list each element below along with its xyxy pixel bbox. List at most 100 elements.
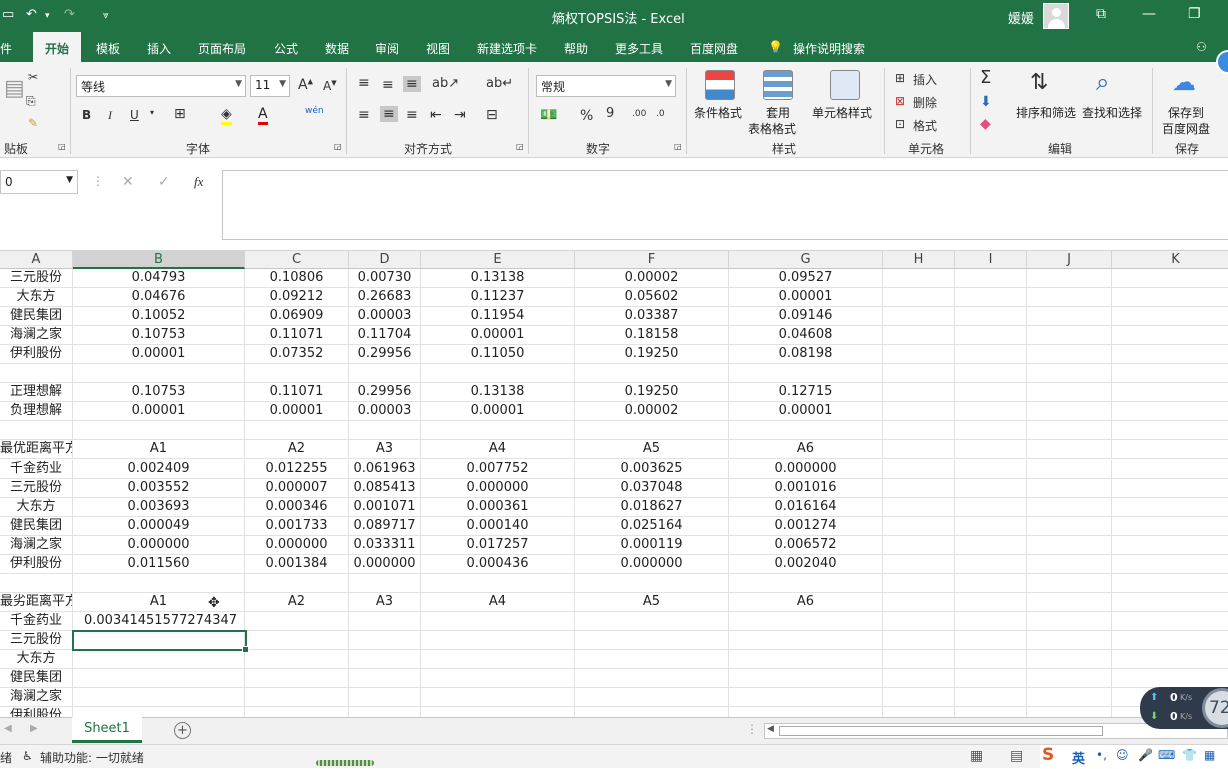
table-cell[interactable]: 0.000140 [421,516,575,536]
table-cell[interactable]: 0.012255 [245,459,349,479]
format-painter-icon[interactable]: ✎ [28,116,38,130]
table-cell[interactable]: 0.00001 [245,402,349,422]
insert-function-button[interactable]: fx [194,174,203,190]
font-name-select[interactable]: 等线 ▼ [76,75,246,97]
table-cell[interactable] [245,688,349,708]
clipboard-launcher-icon[interactable]: ◲ [58,142,66,151]
table-cell[interactable] [73,364,245,384]
enter-button[interactable]: ✓ [158,174,170,190]
table-cell[interactable]: 0.12715 [729,383,883,403]
microphone-icon[interactable]: 🎤 [1138,748,1153,762]
table-cell[interactable]: 0.05602 [575,288,729,308]
table-cell[interactable] [955,326,1027,346]
table-cell[interactable] [349,669,421,689]
table-cell[interactable] [883,421,955,441]
table-cell[interactable]: 0.00001 [421,326,575,346]
tab-data[interactable]: 数据 [325,40,349,57]
table-cell[interactable] [421,707,575,717]
accessibility-status[interactable]: 辅助功能: 一切就绪 [40,749,144,766]
table-cell[interactable] [1112,288,1228,308]
table-cell[interactable] [575,650,729,669]
table-cell[interactable] [73,650,245,669]
table-cell[interactable] [575,611,729,631]
table-cell[interactable] [729,630,883,650]
table-cell[interactable]: 0.09212 [245,288,349,308]
table-cell[interactable] [955,269,1027,288]
table-cell[interactable]: 0.11704 [349,326,421,346]
format-cells-button[interactable]: 格式 [913,117,937,134]
row-label-cell[interactable]: 最劣距离平方 [0,592,73,612]
save-to-line1[interactable]: 保存到 [1168,104,1204,121]
table-cell[interactable]: A4 [421,592,575,612]
tab-template[interactable]: 模板 [96,40,120,57]
table-cell[interactable] [349,630,421,650]
table-cell[interactable] [349,707,421,717]
table-cell[interactable]: 0.10806 [245,269,349,288]
table-cell[interactable]: 0.017257 [421,535,575,555]
table-cell[interactable] [883,669,955,689]
row-label-cell[interactable]: 大东方 [0,650,73,669]
table-cell[interactable] [349,650,421,669]
table-cell[interactable] [245,630,349,650]
table-cell[interactable] [1112,269,1228,288]
save-icon[interactable]: ▭ [2,7,14,22]
table-cell[interactable] [575,421,729,441]
table-cell[interactable] [883,269,955,288]
wrap-text-icon[interactable]: ab↵ [486,76,513,91]
cancel-button[interactable]: ✕ [122,174,134,190]
table-cell[interactable]: A5 [575,592,729,612]
keyboard-icon[interactable]: ⌨ [1158,748,1175,762]
table-cell[interactable] [955,611,1027,631]
table-cell[interactable] [955,688,1027,708]
ribbon-display-icon[interactable]: ⧉ [1096,6,1106,22]
fill-color-icon[interactable]: ◈ [221,106,232,125]
table-cell[interactable]: 0.016164 [729,497,883,517]
merge-center-icon[interactable]: ⊟ [486,107,498,123]
bold-button[interactable]: B [82,108,91,122]
table-cell[interactable] [1112,498,1228,517]
table-cell[interactable] [729,707,883,717]
table-cell[interactable]: 0.000436 [421,554,575,574]
undo-dropdown-icon[interactable]: ▾ [45,11,50,21]
table-cell[interactable]: 0.04676 [73,288,245,308]
table-cell[interactable] [955,707,1027,717]
table-cell[interactable]: 0.037048 [575,478,729,498]
table-cell[interactable] [955,669,1027,689]
row-label-cell[interactable]: 三元股份 [0,630,73,650]
table-cell[interactable] [421,650,575,669]
table-cell[interactable]: 0.001274 [729,516,883,536]
table-cell[interactable] [955,421,1027,441]
table-cell[interactable] [883,459,955,479]
increase-indent-icon[interactable]: ⇥ [454,107,466,123]
table-cell[interactable]: 0.09146 [729,307,883,327]
table-cell[interactable] [575,688,729,708]
font-launcher-icon[interactable]: ◲ [334,142,342,151]
paste-icon[interactable]: ▤ [4,76,25,101]
customize-toolbar-button[interactable]: ⩔ [103,10,109,21]
number-launcher-icon[interactable]: ◲ [674,142,682,151]
row-label-cell[interactable] [0,421,73,441]
table-cell[interactable]: 0.19250 [575,345,729,365]
table-cell[interactable]: 0.13138 [421,383,575,403]
table-cell[interactable]: 0.000007 [245,478,349,498]
sort-filter-button[interactable]: 排序和筛选 [1016,104,1076,121]
row-label-cell[interactable]: 健民集团 [0,669,73,689]
table-cell[interactable] [1027,421,1112,441]
row-label-cell[interactable]: 海澜之家 [0,688,73,708]
row-label-cell[interactable]: 三元股份 [0,478,73,498]
table-cell[interactable] [729,611,883,631]
table-cell[interactable]: 0.000000 [729,459,883,479]
user-name[interactable]: 媛媛 [1008,8,1034,27]
cell-style-button[interactable]: 单元格样式 [812,104,872,121]
table-cell[interactable] [73,707,245,717]
ime-language[interactable]: 英 [1072,748,1085,767]
table-cell[interactable] [1027,440,1112,460]
skin-icon[interactable]: 👕 [1182,748,1197,762]
table-cell[interactable]: 0.29956 [349,383,421,403]
table-cell[interactable] [729,688,883,708]
table-cell[interactable]: 0.000000 [575,554,729,574]
emoji-icon[interactable]: ☺ [1116,748,1129,762]
scroll-right-icon[interactable]: ▶ [30,723,38,734]
conditional-format-button[interactable]: 条件格式 [694,104,742,121]
table-cell[interactable]: 0.00001 [729,288,883,308]
